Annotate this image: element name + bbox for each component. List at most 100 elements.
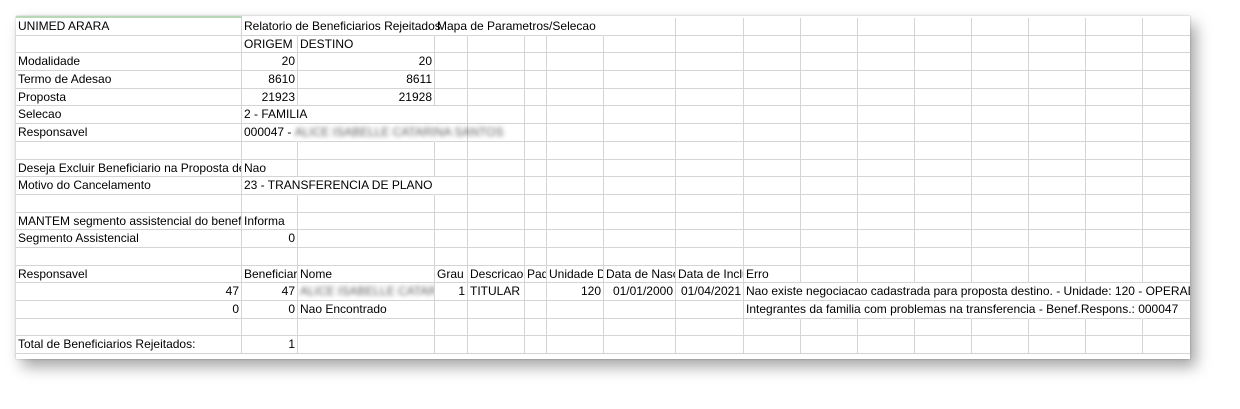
cell-M19[interactable] <box>915 336 972 355</box>
cell-I19[interactable] <box>676 336 744 355</box>
cell-N15[interactable] <box>972 265 1029 284</box>
cell-F7[interactable] <box>525 124 547 142</box>
cell-P15[interactable] <box>1086 265 1143 284</box>
cell-H12[interactable] <box>604 212 676 231</box>
cell-O8[interactable] <box>1029 141 1086 160</box>
cell-J18[interactable] <box>744 318 801 337</box>
cell-H19[interactable] <box>604 336 676 355</box>
cell-I6[interactable] <box>676 106 744 125</box>
cell-Q19[interactable] <box>1143 336 1190 355</box>
cell-A15[interactable]: Responsavel <box>16 265 242 284</box>
cell-M10[interactable] <box>915 177 972 195</box>
cell-P5[interactable] <box>1086 88 1143 107</box>
cell-B13[interactable]: 0 <box>242 230 298 248</box>
cell-A4[interactable]: Termo de Adesao <box>16 71 242 89</box>
cell-E19[interactable] <box>468 336 525 355</box>
cell-E15[interactable]: Descricao <box>468 265 525 284</box>
cell-P12[interactable] <box>1086 212 1143 231</box>
cell-E6[interactable] <box>468 106 525 125</box>
cell-G5[interactable] <box>547 88 604 107</box>
cell-I18[interactable] <box>676 318 744 337</box>
cell-J9[interactable] <box>744 159 801 178</box>
cell-Q1[interactable] <box>1143 18 1190 36</box>
cell-D5[interactable] <box>435 88 468 107</box>
cell-L3[interactable] <box>858 53 915 72</box>
cell-P14[interactable] <box>1086 247 1143 266</box>
cell-K12[interactable] <box>801 212 858 231</box>
cell-H5[interactable] <box>604 88 676 107</box>
cell-C14[interactable] <box>298 247 435 266</box>
cell-F3[interactable] <box>525 53 547 72</box>
cell-M7[interactable] <box>915 124 972 142</box>
cell-I16[interactable]: 01/04/2021 <box>676 283 744 301</box>
cell-P6[interactable] <box>1086 106 1143 125</box>
cell-A11[interactable] <box>16 194 242 213</box>
cell-E5[interactable] <box>468 88 525 107</box>
cell-F17[interactable] <box>525 301 547 319</box>
cell-A10[interactable]: Motivo do Cancelamento <box>16 177 242 195</box>
cell-F8[interactable] <box>525 141 547 160</box>
cell-G17[interactable] <box>547 301 604 319</box>
cell-L9[interactable] <box>858 159 915 178</box>
cell-I14[interactable] <box>676 247 744 266</box>
cell-J19[interactable] <box>744 336 801 355</box>
cell-N4[interactable] <box>972 71 1029 89</box>
cell-O2[interactable] <box>1029 35 1086 54</box>
cell-L15[interactable] <box>858 265 915 284</box>
cell-O5[interactable] <box>1029 88 1086 107</box>
cell-H15[interactable]: Data de Nascimento <box>604 265 676 284</box>
cell-Q7[interactable] <box>1143 124 1190 142</box>
cell-L10[interactable] <box>858 177 915 195</box>
cell-C4[interactable]: 8611 <box>298 71 435 89</box>
cell-A14[interactable] <box>16 247 242 266</box>
cell-F6[interactable] <box>525 106 547 125</box>
cell-M15[interactable] <box>915 265 972 284</box>
cell-Q14[interactable] <box>1143 248 1190 266</box>
cell-M14[interactable] <box>915 247 972 266</box>
cell-P7[interactable] <box>1086 124 1143 142</box>
cell-K10[interactable] <box>801 177 858 195</box>
cell-J7[interactable] <box>744 124 801 142</box>
cell-B10[interactable]: 23 - TRANSFERENCIA DE PLANO <box>242 177 433 195</box>
cell-P13[interactable] <box>1086 230 1143 248</box>
cell-P18[interactable] <box>1086 318 1143 337</box>
cell-D17[interactable] <box>435 301 468 319</box>
cell-M4[interactable] <box>915 71 972 89</box>
cell-H17[interactable] <box>604 301 676 319</box>
cell-B3[interactable]: 20 <box>242 53 298 72</box>
cell-L2[interactable] <box>858 35 915 54</box>
cell-O10[interactable] <box>1029 177 1086 195</box>
cell-G9[interactable] <box>547 159 604 178</box>
cell-C3[interactable]: 20 <box>298 53 435 72</box>
cell-D3[interactable] <box>435 53 468 72</box>
cell-A16[interactable]: 47 <box>16 283 242 301</box>
cell-M8[interactable] <box>915 141 972 160</box>
cell-E9[interactable] <box>468 159 525 178</box>
cell-N7[interactable] <box>972 124 1029 142</box>
cell-H1[interactable] <box>604 18 676 36</box>
cell-Q5[interactable] <box>1143 89 1190 107</box>
cell-O13[interactable] <box>1029 230 1086 248</box>
cell-O4[interactable] <box>1029 71 1086 89</box>
cell-C15[interactable]: Nome <box>298 265 435 284</box>
cell-M18[interactable] <box>915 318 972 337</box>
cell-L14[interactable] <box>858 247 915 266</box>
cell-I9[interactable] <box>676 159 744 178</box>
cell-N13[interactable] <box>972 230 1029 248</box>
cell-A17[interactable]: 0 <box>16 301 242 319</box>
cell-O14[interactable] <box>1029 247 1086 266</box>
cell-Q15[interactable] <box>1143 266 1190 284</box>
cell-B5[interactable]: 21923 <box>242 88 298 107</box>
cell-Q13[interactable] <box>1143 230 1190 248</box>
cell-E16[interactable]: TITULAR <box>468 283 525 301</box>
cell-I10[interactable] <box>676 177 744 195</box>
cell-M9[interactable] <box>915 159 972 178</box>
cell-G4[interactable] <box>547 71 604 89</box>
cell-I13[interactable] <box>676 230 744 248</box>
cell-J6[interactable] <box>744 106 801 125</box>
cell-Q11[interactable] <box>1143 195 1190 213</box>
cell-J2[interactable] <box>744 35 801 54</box>
cell-E11[interactable] <box>468 194 525 213</box>
cell-L19[interactable] <box>858 336 915 355</box>
cell-O6[interactable] <box>1029 106 1086 125</box>
